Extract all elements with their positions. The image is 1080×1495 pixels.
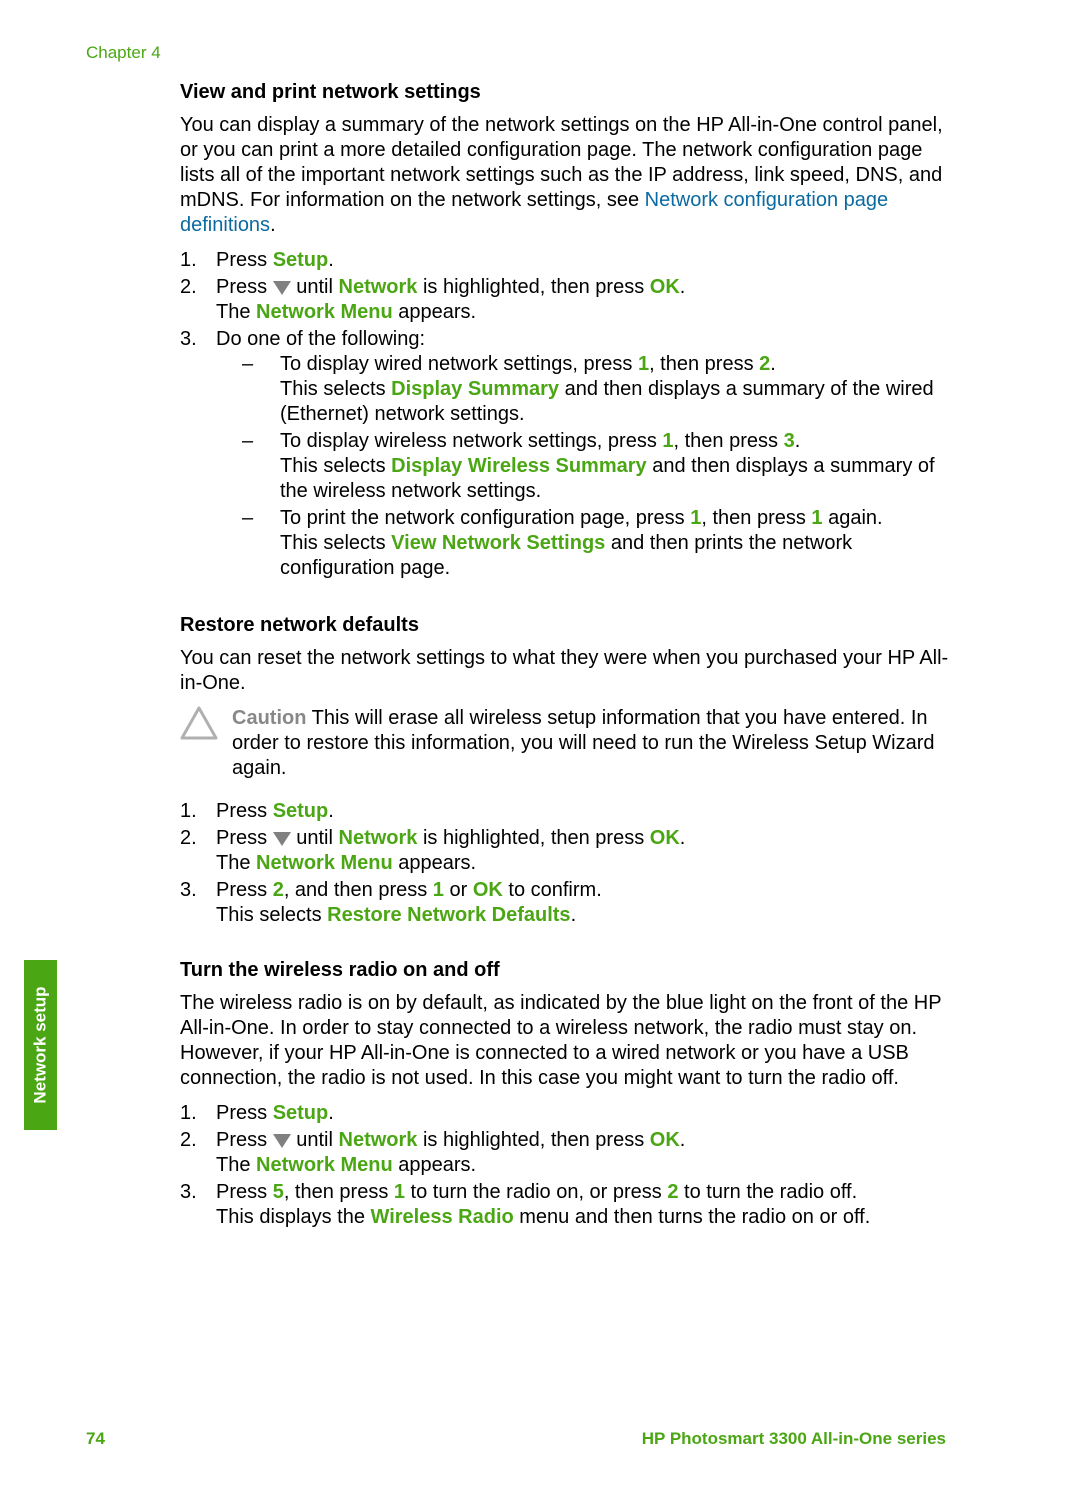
down-arrow-icon [273, 281, 291, 295]
intro-wireless-radio: The wireless radio is on by default, as … [180, 991, 950, 1091]
step-number: 2. [180, 826, 216, 876]
section-wireless-radio: Turn the wireless radio on and off The w… [180, 958, 950, 1230]
intro-view-print: You can display a summary of the network… [180, 113, 950, 238]
ui-network-menu: Network Menu [256, 301, 393, 323]
caution-label: Caution [232, 707, 306, 729]
ui-restore-network-defaults: Restore Network Defaults [327, 904, 570, 926]
bullet-dash: – [242, 352, 280, 427]
page-number: 74 [86, 1429, 105, 1449]
step-number: 2. [180, 275, 216, 325]
sidebar-tab: Network setup [24, 960, 57, 1130]
ui-network: Network [339, 1129, 418, 1151]
page-footer: 74 HP Photosmart 3300 All-in-One series [86, 1429, 946, 1449]
intro-restore-defaults: You can reset the network settings to wh… [180, 646, 950, 696]
step-number: 1. [180, 248, 216, 273]
ui-wireless-radio: Wireless Radio [371, 1206, 514, 1228]
caution-block: Caution This will erase all wireless set… [180, 706, 950, 781]
chapter-label: Chapter 4 [86, 43, 161, 63]
caution-icon [180, 706, 232, 781]
ui-setup: Setup [273, 249, 329, 271]
ui-network-menu: Network Menu [256, 1154, 393, 1176]
ui-display-wireless-summary: Display Wireless Summary [391, 455, 647, 477]
ui-ok: OK [650, 276, 680, 298]
step-number: 2. [180, 1128, 216, 1178]
ui-network: Network [339, 276, 418, 298]
step-number: 1. [180, 799, 216, 824]
down-arrow-icon [273, 832, 291, 846]
section-view-print: View and print network settings You can … [180, 80, 950, 583]
bullet-dash: – [242, 506, 280, 581]
bullet-dash: – [242, 429, 280, 504]
section-restore-defaults: Restore network defaults You can reset t… [180, 613, 950, 928]
ui-ok: OK [650, 827, 680, 849]
ui-ok: OK [650, 1129, 680, 1151]
step-number: 3. [180, 327, 216, 583]
step-number: 3. [180, 1180, 216, 1230]
product-name: HP Photosmart 3300 All-in-One series [642, 1429, 946, 1449]
heading-view-print: View and print network settings [180, 80, 950, 105]
ui-view-network-settings: View Network Settings [391, 532, 605, 554]
ui-network-menu: Network Menu [256, 852, 393, 874]
down-arrow-icon [273, 1134, 291, 1148]
ui-display-summary: Display Summary [391, 378, 559, 400]
sidebar-tab-label: Network setup [31, 986, 51, 1103]
step-number: 1. [180, 1101, 216, 1126]
ui-setup: Setup [273, 800, 329, 822]
ui-setup: Setup [273, 1102, 329, 1124]
heading-wireless-radio: Turn the wireless radio on and off [180, 958, 950, 983]
heading-restore-defaults: Restore network defaults [180, 613, 950, 638]
step-number: 3. [180, 878, 216, 928]
ui-network: Network [339, 827, 418, 849]
ui-ok: OK [473, 879, 503, 901]
